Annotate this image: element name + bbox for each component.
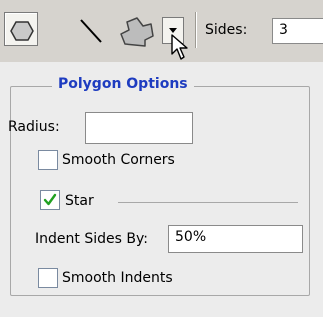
indent-sides-label: Indent Sides By: [35,231,148,247]
polygon-tool-button[interactable] [4,12,38,46]
polygon-icon [10,21,34,41]
toolbar-separator [195,12,196,48]
smooth-indents-checkbox[interactable] [38,268,58,288]
radius-input[interactable] [85,112,193,144]
indent-sides-input[interactable]: 50% [168,225,303,253]
smooth-indents-label[interactable]: Smooth Indents [62,270,173,286]
radius-label: Radius: [8,119,60,135]
custom-shape-icon[interactable] [117,14,157,48]
star-divider [118,202,298,203]
sides-label: Sides: [205,22,248,38]
checkmark-icon [43,193,57,206]
line-icon[interactable] [76,16,106,46]
star-checkbox[interactable] [40,190,60,210]
smooth-corners-label[interactable]: Smooth Corners [62,152,175,168]
polygon-options-panel: Polygon Options Radius: Smooth Corners S… [0,62,323,317]
polygon-options-title: Polygon Options [52,76,194,92]
smooth-corners-checkbox[interactable] [38,150,58,170]
tool-options-bar: Sides: 3 [0,0,323,63]
mouse-cursor-icon [171,34,188,60]
star-label[interactable]: Star [65,193,94,209]
sides-input[interactable]: 3 [272,18,323,44]
